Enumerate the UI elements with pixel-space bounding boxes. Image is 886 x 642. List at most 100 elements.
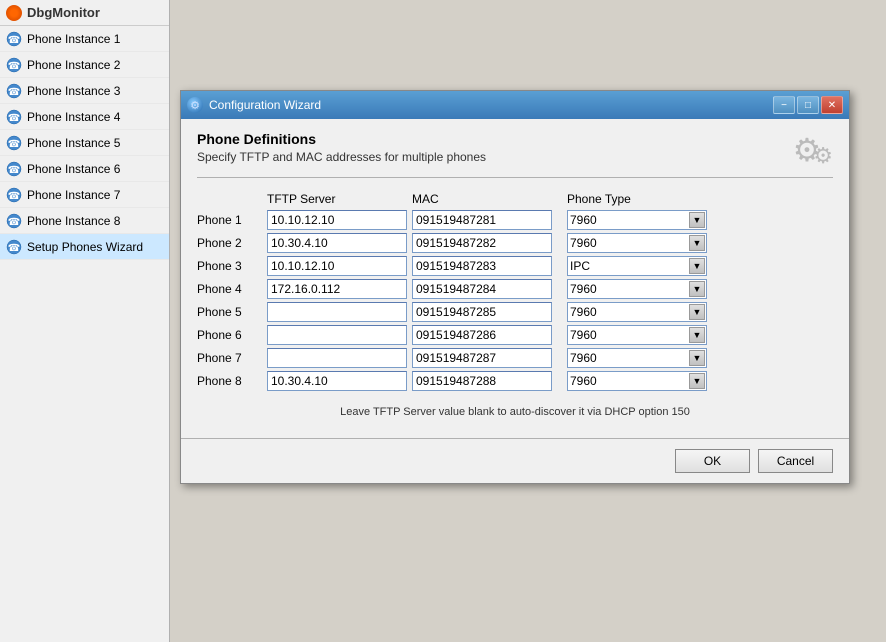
sidebar-item-5[interactable]: ☎ Phone Instance 5 [0,130,169,156]
tftp-input-3[interactable] [267,256,407,276]
dialog-subheading: Specify TFTP and MAC addresses for multi… [197,150,486,164]
sidebar-item-2[interactable]: ☎ Phone Instance 2 [0,52,169,78]
phone-type-select-6[interactable]: 7960IPC79407970 [567,325,707,345]
mac-input-7[interactable] [412,348,552,368]
gear-large-icon: ⚙ [793,131,822,169]
title-bar-buttons: − □ ✕ [773,96,843,114]
phone-row-1: Phone 1 7960IPC79407970▼ [197,210,833,230]
phone-table: TFTP Server MAC Phone Type Phone 1 7960IP… [197,186,833,398]
phone-type-wrapper-5: 7960IPC79407970▼ [567,302,707,322]
sidebar-item-4[interactable]: ☎ Phone Instance 4 [0,104,169,130]
svg-text:☎: ☎ [8,61,20,72]
phone-type-select-5[interactable]: 7960IPC79407970 [567,302,707,322]
phone-type-wrapper-6: 7960IPC79407970▼ [567,325,707,345]
phone-label-6: Phone 6 [197,328,267,342]
sidebar-item-label-4: Phone Instance 4 [27,110,120,124]
app-title: DbgMonitor [27,5,100,20]
ok-button[interactable]: OK [675,449,750,473]
sidebar-item-label-7: Phone Instance 7 [27,188,120,202]
phone-instance-icon-5: ☎ [6,135,22,151]
sidebar-item-6[interactable]: ☎ Phone Instance 6 [0,156,169,182]
app-title-bar: DbgMonitor [0,0,169,26]
header-divider [197,177,833,178]
phone-type-select-1[interactable]: 7960IPC79407970 [567,210,707,230]
minimize-button[interactable]: − [773,96,795,114]
sidebar-item-1[interactable]: ☎ Phone Instance 1 [0,26,169,52]
svg-text:☎: ☎ [8,87,20,98]
phone-instance-icon-4: ☎ [6,109,22,125]
sidebar-item-3[interactable]: ☎ Phone Instance 3 [0,78,169,104]
phone-instance-icon-3: ☎ [6,83,22,99]
dialog-header: Phone Definitions Specify TFTP and MAC a… [197,131,833,169]
mac-input-8[interactable] [412,371,552,391]
sidebar-item-label-5: Phone Instance 5 [27,136,120,150]
mac-input-2[interactable] [412,233,552,253]
sidebar-item-8[interactable]: ☎ Phone Instance 8 [0,208,169,234]
mac-input-4[interactable] [412,279,552,299]
col-type-header: Phone Type [567,192,727,206]
phone-type-select-4[interactable]: 7960IPC79407970 [567,279,707,299]
mac-input-3[interactable] [412,256,552,276]
phone-type-select-3[interactable]: 7960IPC79407970 [567,256,707,276]
cancel-button[interactable]: Cancel [758,449,833,473]
dialog-heading: Phone Definitions [197,131,486,147]
phone-instance-icon-9: ☎ [6,239,22,255]
svg-text:☎: ☎ [8,165,20,176]
sidebar-item-label-3: Phone Instance 3 [27,84,120,98]
configuration-wizard-dialog: Configuration Wizard − □ ✕ Phone Definit… [180,90,850,484]
col-tftp-header: TFTP Server [267,192,412,206]
sidebar-item-label-8: Phone Instance 8 [27,214,120,228]
phone-row-6: Phone 6 7960IPC79407970▼ [197,325,833,345]
mac-input-1[interactable] [412,210,552,230]
gear-decoration: ⚙ ⚙ [793,131,833,169]
phone-rows: Phone 1 7960IPC79407970▼ Phone 2 7960IPC794… [197,210,833,391]
phone-label-8: Phone 8 [197,374,267,388]
phone-row-4: Phone 47960IPC79407970▼ [197,279,833,299]
maximize-button[interactable]: □ [797,96,819,114]
tftp-input-5[interactable] [267,302,407,322]
col-mac-header: MAC [412,192,567,206]
tftp-input-1[interactable] [267,210,407,230]
svg-text:☎: ☎ [8,139,20,150]
mac-input-5[interactable] [412,302,552,322]
phone-type-wrapper-7: 7960IPC79407970▼ [567,348,707,368]
tftp-input-2[interactable] [267,233,407,253]
footer-note: Leave TFTP Server value blank to auto-di… [197,406,833,418]
svg-text:☎: ☎ [8,191,20,202]
phone-label-3: Phone 3 [197,259,267,273]
sidebar: DbgMonitor ☎ Phone Instance 1 ☎ Phone In… [0,0,170,642]
phone-type-select-8[interactable]: 7960IPC79407970 [567,371,707,391]
sidebar-item-9[interactable]: ☎ Setup Phones Wizard [0,234,169,260]
tftp-input-6[interactable] [267,325,407,345]
phone-label-5: Phone 5 [197,305,267,319]
phone-label-2: Phone 2 [197,236,267,250]
sidebar-item-label-9: Setup Phones Wizard [27,240,143,254]
phone-instance-icon-7: ☎ [6,187,22,203]
tftp-input-7[interactable] [267,348,407,368]
tftp-input-8[interactable] [267,371,407,391]
dialog-body: Phone Definitions Specify TFTP and MAC a… [181,119,849,438]
title-bar: Configuration Wizard − □ ✕ [181,91,849,119]
mac-input-6[interactable] [412,325,552,345]
phone-instance-icon-2: ☎ [6,57,22,73]
close-button[interactable]: ✕ [821,96,843,114]
sidebar-item-label-2: Phone Instance 2 [27,58,120,72]
svg-text:☎: ☎ [8,113,20,124]
phone-label-7: Phone 7 [197,351,267,365]
phone-type-select-7[interactable]: 7960IPC79407970 [567,348,707,368]
phone-type-select-2[interactable]: 7960IPC79407970 [567,233,707,253]
tftp-input-4[interactable] [267,279,407,299]
svg-text:☎: ☎ [8,35,20,46]
svg-text:☎: ☎ [8,217,20,228]
phone-type-wrapper-8: 7960IPC79407970▼ [567,371,707,391]
phone-label-1: Phone 1 [197,213,267,227]
phone-row-5: Phone 5 7960IPC79407970▼ [197,302,833,322]
phone-row-2: Phone 27960IPC79407970▼ [197,233,833,253]
sidebar-item-7[interactable]: ☎ Phone Instance 7 [0,182,169,208]
phone-row-8: Phone 8 7960IPC79407970▼ [197,371,833,391]
dialog-icon [187,97,203,113]
phone-instance-icon-6: ☎ [6,161,22,177]
phone-type-wrapper-1: 7960IPC79407970▼ [567,210,707,230]
sidebar-item-label-6: Phone Instance 6 [27,162,120,176]
phone-instance-icon-8: ☎ [6,213,22,229]
